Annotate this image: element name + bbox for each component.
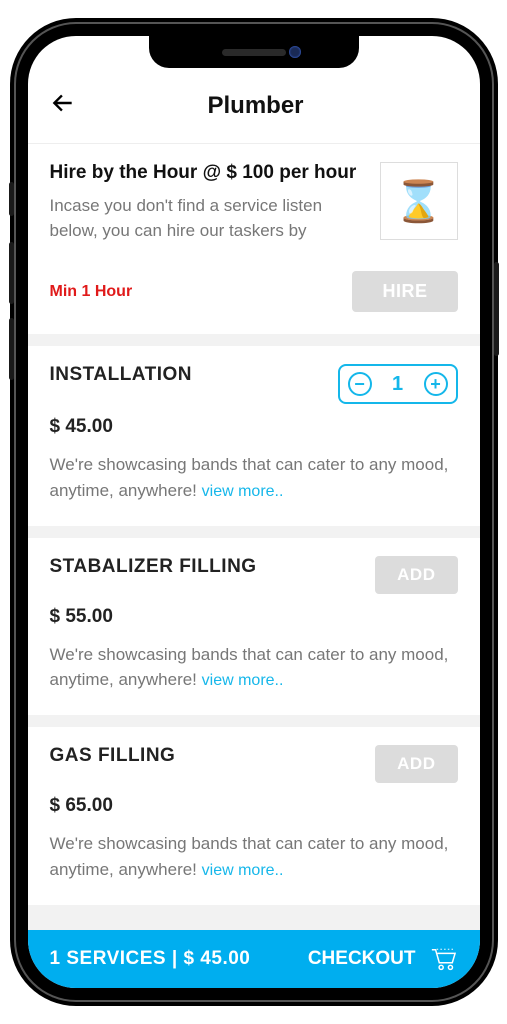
hire-button[interactable]: HIRE: [352, 271, 457, 312]
service-price: $ 65.00: [50, 795, 458, 817]
footer-summary: 1 SERVICES | $ 45.00: [50, 948, 251, 970]
plus-button[interactable]: +: [416, 366, 456, 402]
service-description: We're showcasing bands that can cater to…: [50, 831, 458, 883]
minus-button[interactable]: −: [340, 366, 380, 402]
service-card: GAS FILLING ADD $ 65.00 We're showcasing…: [28, 727, 480, 905]
service-name: INSTALLATION: [50, 364, 193, 386]
quantity-stepper: − 1 +: [338, 364, 458, 404]
service-description: We're showcasing bands that can cater to…: [50, 452, 458, 504]
view-more-link[interactable]: view more..: [202, 862, 284, 879]
checkout-bar: 1 SERVICES | $ 45.00 CHECKOUT: [28, 930, 480, 988]
service-price: $ 55.00: [50, 606, 458, 628]
hire-minimum: Min 1 Hour: [50, 283, 133, 301]
cart-icon: [428, 946, 458, 972]
service-card: STABALIZER FILLING ADD $ 55.00 We're sho…: [28, 538, 480, 716]
checkout-label: CHECKOUT: [308, 948, 416, 970]
service-name: GAS FILLING: [50, 745, 176, 767]
hourglass-icon: ⌛: [380, 162, 458, 240]
add-button[interactable]: ADD: [375, 745, 457, 783]
service-name: STABALIZER FILLING: [50, 556, 257, 578]
checkout-button[interactable]: CHECKOUT: [308, 946, 458, 972]
add-button[interactable]: ADD: [375, 556, 457, 594]
service-price: $ 45.00: [50, 416, 458, 438]
hire-card: Hire by the Hour @ $ 100 per hour Incase…: [28, 144, 480, 334]
scroll-area: Hire by the Hour @ $ 100 per hour Incase…: [28, 144, 480, 930]
view-more-link[interactable]: view more..: [202, 483, 284, 500]
quantity-value: 1: [380, 373, 416, 396]
hire-description: Incase you don't find a service listen b…: [50, 194, 364, 243]
service-description: We're showcasing bands that can cater to…: [50, 642, 458, 694]
service-card: INSTALLATION − 1 + $ 45.00 We're showcas…: [28, 346, 480, 526]
page-title: Plumber: [54, 92, 458, 120]
view-more-link[interactable]: view more..: [202, 672, 284, 689]
hire-title: Hire by the Hour @ $ 100 per hour: [50, 162, 364, 184]
